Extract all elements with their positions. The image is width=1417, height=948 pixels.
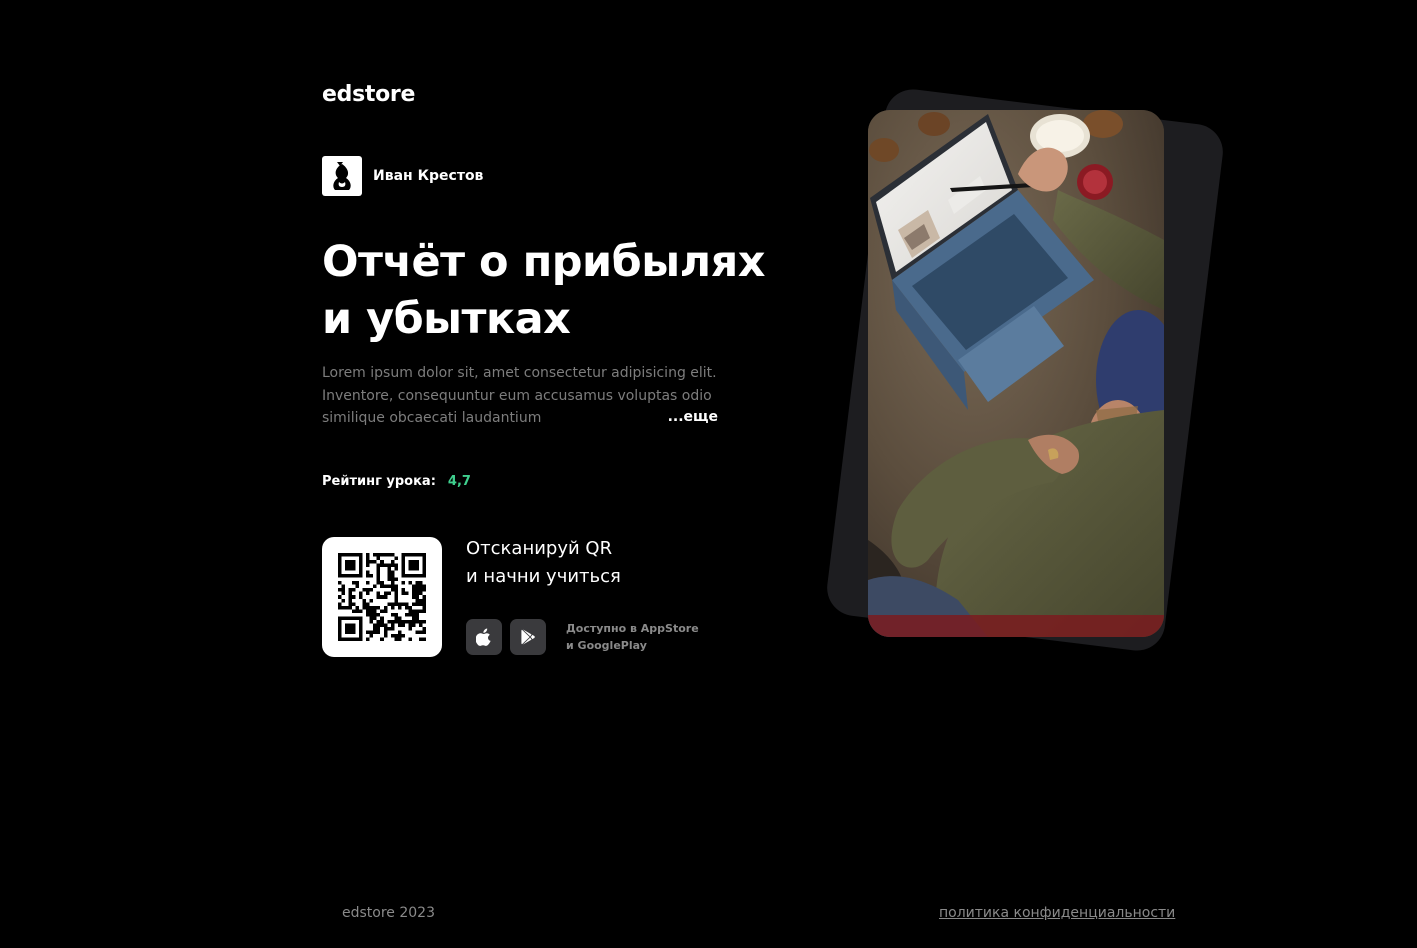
rating-value: 4,7 [447, 474, 471, 489]
qr-heading: Отсканируй QR и начни учиться [466, 535, 621, 591]
apple-icon [476, 628, 491, 646]
student-laptop-illustration [868, 110, 1164, 637]
lesson-title-line1: Отчёт о прибылях [322, 237, 765, 287]
lesson-title-line2: и убытках [322, 294, 571, 344]
qr-heading-line2: и начни учиться [466, 566, 621, 587]
qr-code-image [338, 553, 426, 641]
appstore-button[interactable] [466, 619, 502, 655]
read-more-link[interactable]: ...еще [641, 405, 718, 428]
lesson-page: edstore Иван Крестов Отчёт о прибылях и … [0, 0, 1417, 948]
footer-copyright: edstore 2023 [342, 905, 435, 921]
lesson-rating: Рейтинг урока: 4,7 [322, 474, 471, 489]
store-availability-line2: и GooglePlay [566, 639, 647, 652]
qr-code [322, 537, 442, 657]
googleplay-button[interactable] [510, 619, 546, 655]
google-play-icon [521, 629, 535, 645]
privacy-policy-link[interactable]: политика конфиденциальности [939, 905, 1175, 921]
author-name: Иван Крестов [373, 168, 484, 184]
store-availability-line1: Доступно в AppStore [566, 622, 699, 635]
lesson-cover-photo [868, 110, 1164, 637]
rating-label: Рейтинг урока: [322, 474, 436, 489]
lesson-description: Lorem ipsum dolor sit, amet consectetur … [322, 362, 722, 429]
qr-heading-line1: Отсканируй QR [466, 538, 613, 559]
store-availability: Доступно в AppStore и GooglePlay [566, 620, 699, 654]
author-logo-icon [333, 162, 351, 190]
author-avatar [322, 156, 362, 196]
lesson-title: Отчёт о прибылях и убытках [322, 234, 842, 348]
author-profile[interactable]: Иван Крестов [322, 156, 483, 196]
edstore-logo[interactable]: edstore [322, 82, 415, 107]
